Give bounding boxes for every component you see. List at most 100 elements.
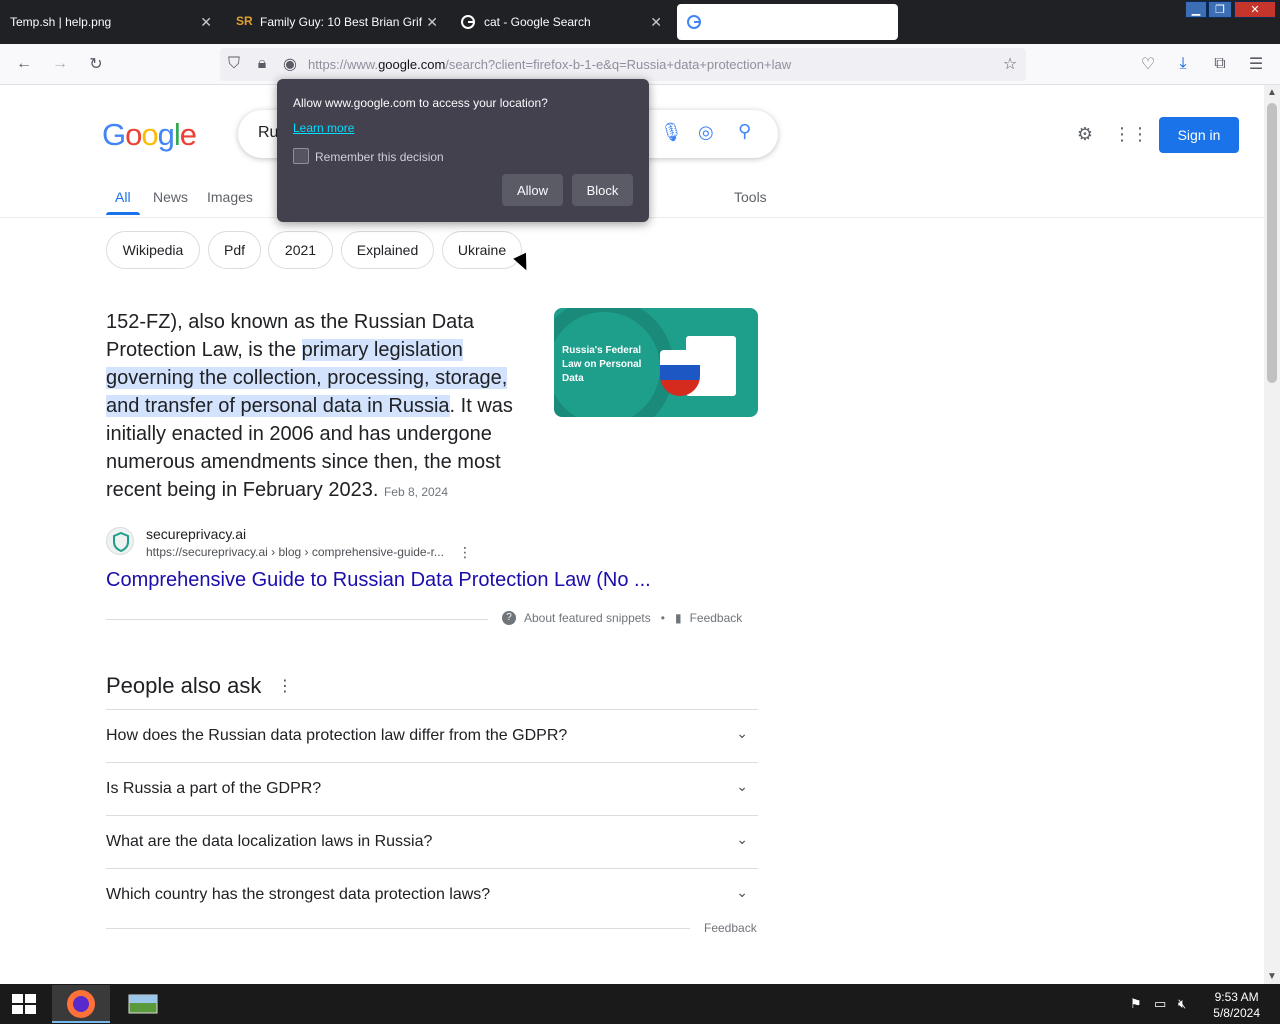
shield-icon[interactable]: ⛉ — [224, 54, 244, 74]
google-icon — [461, 15, 475, 29]
paa-question[interactable]: How does the Russian data protection law… — [106, 709, 758, 762]
tab-active[interactable] — [677, 4, 898, 40]
more-options-icon[interactable]: ⋮ — [277, 676, 293, 696]
tab-images[interactable]: Images — [207, 189, 253, 205]
remember-decision-label[interactable]: Remember this decision — [315, 150, 444, 164]
chip-wikipedia[interactable]: Wikipedia — [106, 231, 200, 269]
close-icon[interactable]: ✕ — [426, 14, 438, 31]
pocket-icon[interactable]: ♡ — [1138, 54, 1158, 74]
tab-tempsh[interactable]: Temp.sh | help.png ✕ — [0, 4, 220, 40]
chevron-down-icon: ⌄ — [736, 831, 748, 847]
source-name[interactable]: secureprivacy.ai — [146, 526, 246, 542]
paa-question[interactable]: Is Russia a part of the GDPR? ⌄ — [106, 762, 758, 815]
divider — [106, 619, 488, 620]
firefox-icon — [67, 990, 95, 1018]
lens-icon[interactable]: ◎ — [698, 122, 714, 143]
feedback-icon: ▮ — [674, 611, 682, 625]
taskbar-firefox[interactable] — [52, 985, 110, 1023]
network-icon[interactable]: ▭ — [1154, 996, 1170, 1012]
snippet-date: Feb 8, 2024 — [383, 485, 449, 499]
bookmark-star-icon[interactable]: ☆ — [1000, 54, 1020, 74]
windows-taskbar: ⚑ ▭ 🔇︎ 9:53 AM 5/8/2024 — [0, 984, 1280, 1024]
close-window-button[interactable]: ✕ — [1234, 1, 1276, 18]
paa-question-text: How does the Russian data protection law… — [106, 727, 568, 744]
minimize-button[interactable]: ▁ — [1185, 1, 1207, 18]
remember-decision-checkbox[interactable] — [293, 148, 309, 164]
active-tab-indicator — [106, 212, 140, 215]
logo-letter: o — [125, 117, 142, 152]
volume-muted-icon[interactable]: 🔇︎ — [1178, 996, 1194, 1012]
snippet-thumbnail[interactable]: Russia's Federal Law on Personal Data — [554, 308, 758, 417]
tab-title: Temp.sh | help.png — [10, 15, 112, 29]
search-input[interactable]: Ru — [258, 124, 278, 142]
chip-explained[interactable]: Explained — [341, 231, 434, 269]
google-icon — [687, 15, 701, 29]
scroll-up-arrow-icon[interactable]: ▲ — [1267, 87, 1277, 98]
source-url[interactable]: https://secureprivacy.ai › blog › compre… — [146, 545, 444, 559]
google-logo[interactable]: Google — [102, 117, 197, 153]
forward-icon[interactable]: → — [50, 54, 70, 74]
system-clock[interactable]: 9:53 AM 5/8/2024 — [1213, 989, 1260, 1021]
tab-title: cat - Google Search — [484, 15, 591, 29]
extensions-icon[interactable]: ⧉ — [1210, 54, 1230, 74]
tools-button[interactable]: Tools — [734, 189, 767, 205]
close-icon[interactable]: ✕ — [200, 14, 212, 31]
chevron-down-icon: ⌄ — [736, 725, 748, 741]
tab-family-guy[interactable]: SR Family Guy: 10 Best Brian Griffin ✕ — [226, 4, 446, 40]
scroll-thumb[interactable] — [1267, 103, 1277, 383]
image-viewer-icon — [128, 994, 158, 1014]
tab-cat-search[interactable]: cat - Google Search ✕ — [450, 4, 670, 40]
url-bar[interactable]: ⛉ 🔒︎ ◉ https://www.google.com/search?cli… — [220, 48, 1026, 81]
paa-question-text: What are the data localization laws in R… — [106, 833, 433, 850]
paa-question-text: Is Russia a part of the GDPR? — [106, 780, 322, 797]
chevron-down-icon: ⌄ — [736, 884, 748, 900]
clock-time: 9:53 AM — [1214, 990, 1259, 1004]
lock-icon[interactable]: 🔒︎ — [252, 54, 272, 74]
more-options-icon[interactable]: ⋮ — [458, 544, 472, 561]
sign-in-button[interactable]: Sign in — [1159, 117, 1239, 153]
logo-letter: e — [179, 117, 197, 152]
url-prefix: https://www. — [308, 57, 379, 72]
url-text[interactable]: https://www.google.com/search?client=fir… — [308, 57, 791, 72]
close-icon[interactable]: ✕ — [650, 14, 662, 31]
logo-letter: G — [102, 117, 126, 152]
paa-feedback-link[interactable]: Feedback — [704, 921, 757, 935]
apps-grid-icon[interactable]: ⋮⋮ — [1113, 122, 1149, 146]
tab-title: Family Guy: 10 Best Brian Griffin — [260, 15, 422, 29]
search-icon[interactable]: ⚲ — [738, 121, 751, 142]
paa-question[interactable]: Which country has the strongest data pro… — [106, 868, 758, 921]
chip-2021[interactable]: 2021 — [268, 231, 333, 269]
download-icon[interactable]: ⤓ — [1173, 54, 1193, 74]
result-title-link[interactable]: Comprehensive Guide to Russian Data Prot… — [106, 569, 651, 592]
secureprivacy-favicon-icon[interactable] — [106, 527, 134, 555]
settings-gear-icon[interactable]: ⚙ — [1073, 122, 1097, 146]
microphone-icon[interactable]: 🎙︎ — [660, 122, 683, 143]
paa-question[interactable]: What are the data localization laws in R… — [106, 815, 758, 868]
russian-flag-shield-icon — [660, 350, 700, 396]
people-also-ask-title: People also ask — [106, 673, 262, 698]
chip-ukraine[interactable]: Ukraine — [442, 231, 522, 269]
windows-start-icon[interactable] — [10, 992, 38, 1016]
page-scrollbar[interactable]: ▲ ▼ — [1264, 85, 1280, 984]
featured-snippet-text: 152-FZ), also known as the Russian Data … — [106, 308, 526, 506]
action-center-flag-icon[interactable]: ⚑ — [1130, 996, 1146, 1012]
separator-dot: • — [660, 611, 665, 625]
reload-icon[interactable]: ↻ — [86, 54, 106, 74]
block-button[interactable]: Block — [572, 174, 633, 206]
learn-more-link[interactable]: Learn more — [293, 121, 354, 135]
url-path: /search?client=firefox-b-1-e&q=Russia+da… — [445, 57, 792, 72]
divider — [106, 928, 690, 929]
allow-button[interactable]: Allow — [502, 174, 563, 206]
menu-icon[interactable]: ☰ — [1246, 54, 1266, 74]
restore-button[interactable]: ❐ — [1208, 1, 1232, 18]
chip-pdf[interactable]: Pdf — [208, 231, 261, 269]
permission-message: Allow www.google.com to access your loca… — [293, 96, 548, 110]
back-icon[interactable]: ← — [14, 54, 34, 74]
about-featured-snippets-link[interactable]: About featured snippets — [524, 611, 651, 625]
location-icon[interactable]: ◉ — [280, 54, 300, 74]
taskbar-image-viewer[interactable] — [120, 985, 166, 1023]
feedback-link[interactable]: Feedback — [690, 611, 743, 625]
tab-news[interactable]: News — [153, 189, 188, 205]
tab-all[interactable]: All — [115, 189, 131, 205]
scroll-down-arrow-icon[interactable]: ▼ — [1267, 971, 1277, 982]
